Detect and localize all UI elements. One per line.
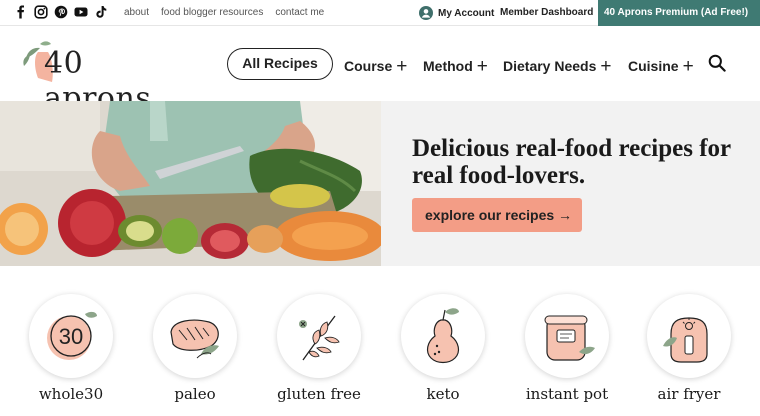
- air-fryer-icon: [647, 294, 731, 378]
- category-keto[interactable]: keto: [398, 294, 488, 403]
- instagram-icon[interactable]: [34, 5, 48, 19]
- hero-image: [0, 101, 381, 266]
- about-link[interactable]: about: [124, 7, 149, 18]
- category-air-fryer[interactable]: air fryer: [644, 294, 734, 403]
- category-label: keto: [426, 385, 460, 403]
- tiktok-icon[interactable]: [94, 5, 108, 19]
- category-label: paleo: [174, 385, 216, 403]
- pear-icon: [401, 294, 485, 378]
- category-label: air fryer: [657, 385, 721, 403]
- plus-icon: +: [600, 56, 612, 77]
- nav-item-label: Dietary Needs: [503, 58, 597, 74]
- top-bar: about food blogger resources contact me …: [0, 0, 760, 26]
- user-avatar-icon: [419, 6, 433, 20]
- hero-panel: Delicious real-food recipes for real foo…: [381, 101, 760, 266]
- nav-item-dietary-needs[interactable]: Dietary Needs +: [503, 55, 612, 77]
- nav-item-cuisine[interactable]: Cuisine +: [628, 55, 694, 77]
- wheat-icon: [277, 294, 361, 378]
- plus-icon: +: [396, 56, 408, 77]
- category-whole30[interactable]: 30 whole30: [26, 294, 116, 403]
- plus-icon: +: [682, 56, 694, 77]
- site-logo[interactable]: 40 aprons: [18, 38, 188, 116]
- category-gluten-free[interactable]: gluten free: [274, 294, 364, 403]
- facebook-icon[interactable]: [14, 5, 28, 19]
- category-instant-pot[interactable]: instant pot: [522, 294, 612, 403]
- nav-item-label: Course: [344, 58, 393, 74]
- social-links: [14, 5, 108, 19]
- my-account-label: My Account: [438, 7, 495, 19]
- nav-item-label: Cuisine: [628, 58, 679, 74]
- pinterest-icon[interactable]: [54, 5, 68, 19]
- food-blogger-resources-link[interactable]: food blogger resources: [161, 7, 263, 18]
- top-links: about food blogger resources contact me: [124, 7, 324, 18]
- all-recipes-button[interactable]: All Recipes: [227, 48, 333, 80]
- category-label: instant pot: [525, 385, 609, 403]
- steak-icon: [153, 294, 237, 378]
- my-account-link[interactable]: My Account: [419, 6, 494, 20]
- contact-me-link[interactable]: contact me: [275, 7, 324, 18]
- whole30-badge-text: 30: [59, 324, 83, 349]
- member-dashboard-link[interactable]: Member Dashboard: [500, 7, 593, 18]
- category-paleo[interactable]: paleo: [150, 294, 240, 403]
- category-label: gluten free: [277, 385, 361, 403]
- search-icon[interactable]: [708, 54, 726, 72]
- plus-icon: +: [476, 56, 488, 77]
- nav-item-label: Method: [423, 58, 473, 74]
- pressure-cooker-icon: [525, 294, 609, 378]
- nav-item-course[interactable]: Course +: [344, 55, 407, 77]
- hero-title: Delicious real-food recipes for real foo…: [412, 135, 731, 189]
- nav-item-method[interactable]: Method +: [423, 55, 488, 77]
- category-label: whole30: [38, 385, 104, 403]
- explore-recipes-button[interactable]: explore our recipes →: [412, 198, 582, 232]
- youtube-icon[interactable]: [74, 5, 88, 19]
- whole30-icon: 30: [29, 294, 113, 378]
- premium-button[interactable]: 40 Aprons Premium (Ad Free!): [598, 0, 760, 26]
